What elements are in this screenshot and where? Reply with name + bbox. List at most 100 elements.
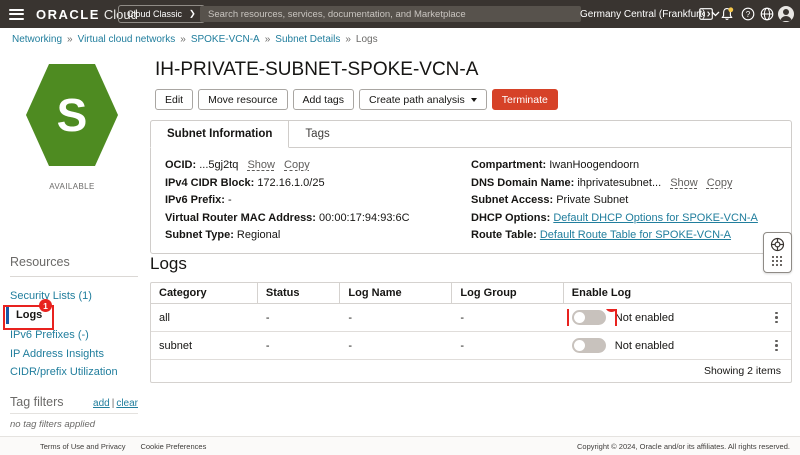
dns-domain-label: DNS Domain Name:: [471, 176, 575, 189]
subnet-information-panel: Subnet Information Tags OCID: ...5gj2tq …: [150, 120, 792, 254]
column-header-log-name: Log Name: [340, 283, 453, 303]
compartment-row: Compartment: IwanHoogendoorn: [471, 157, 777, 175]
details-right-column: Compartment: IwanHoogendoorn DNS Domain …: [471, 157, 777, 245]
terminate-label: Terminate: [501, 93, 548, 106]
chevron-right-icon: ❯: [189, 9, 196, 18]
ipv6-prefix-row: IPv6 Prefix: -: [165, 192, 471, 210]
dhcp-options-link[interactable]: Default DHCP Options for SPOKE-VCN-A: [553, 212, 758, 224]
subnet-access-label: Subnet Access:: [471, 194, 554, 207]
breadcrumb: Networking » Virtual cloud networks » SP…: [0, 28, 800, 50]
cookie-preferences-link[interactable]: Cookie Preferences: [140, 442, 206, 451]
sidebar-item-label: CIDR/prefix Utilization: [10, 366, 118, 378]
page-footer: Terms of Use and Privacy Cookie Preferen…: [0, 436, 800, 455]
cell-log-name: -: [348, 311, 353, 324]
person-icon: [780, 9, 792, 21]
cloud-classic-button[interactable]: Cloud Classic ❯: [118, 5, 205, 23]
language-globe-icon[interactable]: [760, 7, 774, 21]
breadcrumb-networking[interactable]: Networking: [12, 34, 62, 45]
copyright-text: Copyright © 2024, Oracle and/or its affi…: [577, 441, 790, 451]
terminate-button[interactable]: Terminate: [491, 89, 558, 110]
table-footer: Showing 2 items: [151, 360, 791, 382]
dns-show-link[interactable]: Show: [670, 177, 698, 189]
ocid-label: OCID:: [165, 159, 197, 171]
dns-domain-value: ihprivatesubnet...: [577, 176, 662, 189]
sidebar-item-ip-address-insights[interactable]: IP Address Insights: [0, 345, 104, 363]
dhcp-options-label: DHCP Options:: [471, 211, 551, 224]
row-actions-kebab-icon[interactable]: [772, 309, 781, 327]
route-table-link[interactable]: Default Route Table for SPOKE-VCN-A: [540, 229, 731, 241]
edit-button[interactable]: Edit: [155, 89, 194, 110]
support-widget-button[interactable]: [763, 232, 792, 273]
brand-primary: ORACLE: [36, 6, 100, 22]
table-row-all: all - - - 2 Not enabled: [151, 304, 791, 332]
sidebar-item-security-lists[interactable]: Security Lists (1): [0, 287, 92, 305]
breadcrumb-current-logs: Logs: [355, 33, 378, 45]
subnet-type-row: Subnet Type: Regional: [165, 227, 471, 245]
help-icon[interactable]: ?: [741, 7, 755, 21]
search-input[interactable]: [200, 6, 581, 22]
region-label: Germany Central (Frankfurt): [580, 8, 706, 20]
edit-label: Edit: [165, 93, 184, 106]
add-tags-label: Add tags: [302, 93, 344, 106]
cloud-shell-icon[interactable]: [699, 7, 713, 21]
tag-filters-clear-link[interactable]: clear: [116, 398, 138, 409]
sidebar-item-label: IP Address Insights: [10, 348, 104, 360]
notifications-bell-icon[interactable]: [720, 7, 734, 21]
top-navigation-bar: ORACLECloud Cloud Classic ❯ Germany Cent…: [0, 0, 800, 28]
cell-log-name: -: [348, 339, 353, 352]
cell-enable-log: 2 Not enabled: [564, 308, 791, 327]
route-table-row: Route Table: Default Route Table for SPO…: [471, 227, 777, 245]
sidebar-item-ipv6-prefixes[interactable]: IPv6 Prefixes (-): [0, 326, 89, 344]
ocid-value: ...5gj2tq: [199, 159, 239, 171]
ipv6-prefix-value: -: [227, 194, 232, 207]
user-avatar[interactable]: [778, 6, 794, 22]
row-actions-kebab-icon[interactable]: [772, 337, 781, 355]
breadcrumb-subnet-details[interactable]: Subnet Details: [275, 34, 340, 45]
add-tags-button[interactable]: Add tags: [292, 89, 354, 110]
create-path-analysis-label: Create path analysis: [369, 93, 465, 106]
breadcrumb-separator: »: [345, 33, 351, 45]
sidebar-item-cidr-prefix-utilization[interactable]: CIDR/prefix Utilization: [0, 363, 118, 381]
logs-table: Category Status Log Name Log Group Enabl…: [150, 282, 792, 383]
create-path-analysis-button[interactable]: Create path analysis: [359, 89, 487, 110]
breadcrumb-separator: »: [180, 33, 186, 45]
cell-enable-log: Not enabled: [564, 337, 791, 355]
subnet-details: OCID: ...5gj2tq Show Copy IPv4 CIDR Bloc…: [151, 148, 791, 254]
terms-link[interactable]: Terms of Use and Privacy: [40, 442, 125, 451]
ocid-copy-link[interactable]: Copy: [284, 159, 310, 171]
breadcrumb-separator: »: [264, 33, 271, 45]
items-count: Showing 2 items: [703, 365, 781, 377]
compartment-value: IwanHoogendoorn: [549, 159, 640, 171]
ipv4-cidr-row: IPv4 CIDR Block: 172.16.1.0/25: [165, 175, 471, 193]
enable-log-toggle[interactable]: [571, 338, 606, 353]
tab-subnet-information[interactable]: Subnet Information: [150, 120, 290, 148]
router-mac-row: Virtual Router MAC Address: 00:00:17:94:…: [165, 210, 471, 228]
tag-filters-add-link[interactable]: add: [93, 398, 110, 409]
page-title: IH-PRIVATE-SUBNET-SPOKE-VCN-A: [155, 59, 479, 80]
left-sidebar: S AVAILABLE Resources Security Lists (1)…: [0, 50, 148, 437]
dns-copy-link[interactable]: Copy: [707, 177, 733, 189]
oci-console-page: ORACLECloud Cloud Classic ❯ Germany Cent…: [0, 0, 800, 455]
move-resource-button[interactable]: Move resource: [198, 89, 288, 110]
breadcrumb-vcns[interactable]: Virtual cloud networks: [78, 34, 176, 45]
enable-log-toggle[interactable]: [571, 310, 606, 325]
tag-filters-divider: [10, 413, 138, 414]
cell-log-group: -: [460, 339, 465, 352]
dots-grid-icon: [771, 256, 784, 268]
tag-filters-empty-text: no tag filters applied: [10, 419, 96, 430]
tab-tags[interactable]: Tags: [289, 121, 345, 147]
breadcrumb-spoke-vcn-a[interactable]: SPOKE-VCN-A: [191, 34, 260, 45]
enable-log-state: Not enabled: [614, 339, 675, 352]
ipv4-cidr-label: IPv4 CIDR Block:: [165, 176, 255, 189]
sidebar-item-logs[interactable]: Logs: [6, 306, 42, 324]
ocid-row: OCID: ...5gj2tq Show Copy: [165, 157, 471, 175]
subnet-access-value: Private Subnet: [556, 194, 629, 207]
main-content: IH-PRIVATE-SUBNET-SPOKE-VCN-A Edit Move …: [148, 50, 800, 437]
ocid-show-link[interactable]: Show: [247, 159, 275, 171]
logs-section-heading: Logs: [150, 254, 187, 273]
svg-text:?: ?: [746, 10, 751, 19]
hamburger-menu-icon[interactable]: [9, 8, 24, 20]
router-mac-label: Virtual Router MAC Address:: [165, 211, 316, 224]
ipv6-prefix-label: IPv6 Prefix:: [165, 194, 225, 207]
life-ring-icon: [770, 237, 785, 252]
